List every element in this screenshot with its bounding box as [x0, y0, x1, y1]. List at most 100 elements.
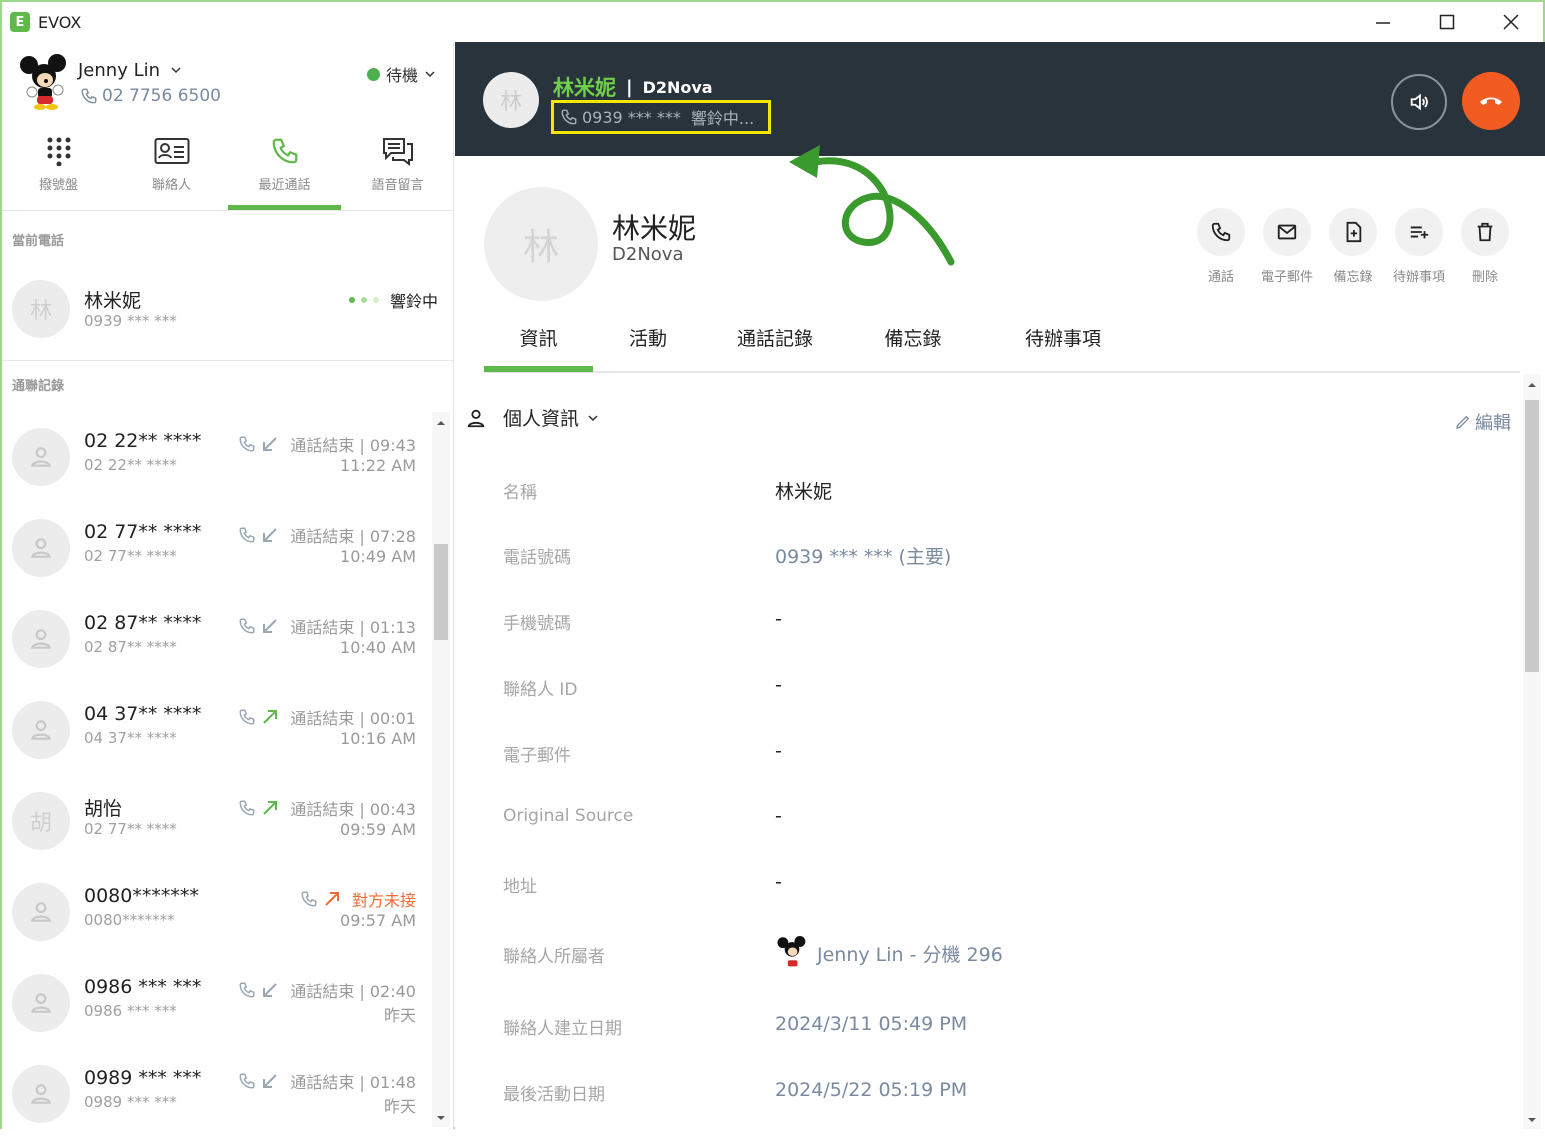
contact-name: 林米妮	[612, 212, 697, 245]
minimize-button[interactable]	[1351, 2, 1415, 42]
call-history-time: 昨天	[383, 1097, 416, 1116]
edit-button[interactable]: 編輯	[1455, 409, 1511, 435]
delete-action-label: 刪除	[1471, 270, 1498, 285]
contact-avatar: 林	[484, 187, 598, 301]
detail-tabs: 資訊 活動 通話記錄 備忘錄 待辦事項	[484, 314, 1520, 373]
tab-todo[interactable]: 待辦事項	[998, 324, 1128, 351]
personal-info-header[interactable]: 個人資訊	[465, 404, 599, 431]
note-action-button[interactable]: 備忘錄	[1329, 208, 1377, 285]
call-direction-icon	[263, 437, 278, 451]
call-history-row[interactable]: 02 22** **** 02 22** **** 通話結束 | 09:43 1…	[2, 412, 430, 503]
delete-action-button[interactable]: 刪除	[1461, 208, 1509, 285]
trash-icon	[1477, 222, 1493, 242]
pencil-icon	[1456, 415, 1470, 429]
current-call-title: 當前電話	[12, 234, 65, 249]
current-call-status: 響鈴中	[348, 288, 438, 312]
field-label: Original Source	[503, 806, 634, 826]
hang-up-icon	[1480, 97, 1502, 105]
call-history-status: 通話結束 | 00:01	[238, 705, 416, 729]
phone-icon	[239, 1073, 255, 1089]
call-history-name: 0989 *** ***	[84, 1067, 202, 1089]
call-history-row[interactable]: 02 87** **** 02 87** **** 通話結束 | 01:13 1…	[2, 594, 430, 685]
tab-recent-calls[interactable]: 最近通話	[228, 130, 341, 210]
call-history-number: 02 77** ****	[84, 547, 177, 565]
call-history-name: 0080*******	[84, 885, 199, 907]
call-history-row[interactable]: 0986 *** *** 0986 *** *** 通話結束 | 02:40 昨…	[2, 958, 430, 1049]
status-dropdown[interactable]: 待機	[366, 62, 436, 86]
call-history-row[interactable]: 0080******* 0080******* 對方未接 09:57 AM	[2, 867, 430, 958]
email-action-label: 電子郵件	[1261, 270, 1314, 285]
call-history-status-label: 通話結束 | 07:28	[290, 527, 416, 546]
call-history-status: 通話結束 | 01:48	[238, 1069, 416, 1093]
person-icon	[467, 409, 485, 427]
user-name[interactable]: Jenny Lin	[78, 60, 182, 81]
avatar	[12, 428, 70, 486]
call-history-time: 09:59 AM	[340, 820, 416, 839]
field-label: 電話號碼	[503, 548, 571, 568]
call-history-time: 昨天	[383, 1006, 416, 1025]
call-history-name: 02 87** ****	[84, 612, 202, 634]
call-action-button[interactable]: 通話	[1197, 208, 1245, 285]
call-history-name: 02 77** ****	[84, 521, 202, 543]
call-history-status: 對方未接	[300, 887, 416, 911]
tab-dialpad[interactable]: 撥號盤	[2, 130, 115, 210]
phone-icon	[81, 88, 97, 104]
close-icon	[1503, 14, 1519, 30]
field-label: 聯絡人 ID	[503, 680, 578, 700]
call-history-row[interactable]: 04 37** **** 04 37** **** 通話結束 | 00:01 1…	[2, 685, 430, 776]
main-scrollbar[interactable]	[1523, 374, 1541, 1129]
call-history-number: 02 22** ****	[84, 456, 177, 474]
ringing-dots-icon	[348, 297, 379, 303]
note-action-label: 備忘錄	[1333, 270, 1373, 285]
avatar	[12, 519, 70, 577]
sidebar-scroll-thumb[interactable]	[434, 544, 448, 640]
user-name-label: Jenny Lin	[78, 60, 161, 81]
sidebar-scrollbar[interactable]	[432, 412, 450, 1127]
tab-voicemail-label: 語音留言	[371, 178, 424, 193]
call-history-status: 通話結束 | 07:28	[238, 523, 416, 547]
call-history-name: 胡怡	[84, 798, 123, 820]
speaker-button[interactable]	[1391, 74, 1447, 130]
call-direction-icon	[325, 892, 339, 906]
field-label: 聯絡人建立日期	[503, 1019, 622, 1039]
email-action-button[interactable]: 電子郵件	[1261, 208, 1314, 285]
field-value: -	[775, 805, 782, 827]
tab-call-log[interactable]: 通話記錄	[720, 324, 830, 351]
call-history-number: 0989 *** ***	[84, 1093, 177, 1111]
chevron-down-icon	[588, 414, 598, 421]
field-value: 2024/5/22 05:19 PM	[775, 1079, 968, 1101]
tab-dialpad-label: 撥號盤	[38, 178, 78, 193]
main-scroll-thumb[interactable]	[1525, 400, 1539, 672]
call-direction-icon	[263, 710, 278, 724]
call-history-time: 11:22 AM	[340, 456, 416, 475]
tab-voicemail[interactable]: 語音留言	[341, 130, 454, 210]
field-value[interactable]: Jenny Lin - 分機 296	[775, 936, 1003, 970]
call-history-row[interactable]: 胡 胡怡 02 77** **** 通話結束 | 00:43 09:59 AM	[2, 776, 430, 867]
scroll-down-icon	[1528, 1118, 1536, 1122]
tab-info[interactable]: 資訊	[484, 324, 593, 351]
call-history-row[interactable]: 02 77** **** 02 77** **** 通話結束 | 07:28 1…	[2, 503, 430, 594]
ringing-status-label: 響鈴中	[389, 292, 438, 311]
tab-activity[interactable]: 活動	[593, 324, 703, 351]
call-history-row[interactable]: 0989 *** *** 0989 *** *** 通話結束 | 01:48 昨…	[2, 1049, 430, 1140]
phone-ringing-icon	[561, 109, 577, 125]
phone-icon	[239, 436, 255, 452]
current-call-item[interactable]: 林 林米妮 0939 *** *** 響鈴中	[2, 264, 452, 355]
todo-action-button[interactable]: 待辦事項	[1393, 208, 1445, 285]
chevron-down-icon	[425, 71, 435, 78]
avatar	[12, 974, 70, 1032]
tab-contacts[interactable]: 聯絡人	[115, 130, 228, 210]
mouse-avatar-icon	[777, 936, 806, 967]
todo-icon	[1410, 226, 1429, 239]
hang-up-button[interactable]	[1462, 72, 1520, 130]
call-history-number: 0080*******	[84, 911, 175, 929]
close-button[interactable]	[1479, 2, 1543, 42]
field-label: 最後活動日期	[503, 1085, 605, 1105]
field-value[interactable]: 0939 *** *** (主要)	[775, 542, 951, 569]
phone-icon	[239, 618, 255, 634]
message-icon	[382, 138, 413, 166]
avatar[interactable]	[16, 54, 72, 110]
tab-notes[interactable]: 備忘錄	[858, 324, 968, 351]
call-history-status-label: 通話結束 | 01:13	[290, 618, 416, 637]
maximize-button[interactable]	[1415, 2, 1479, 42]
